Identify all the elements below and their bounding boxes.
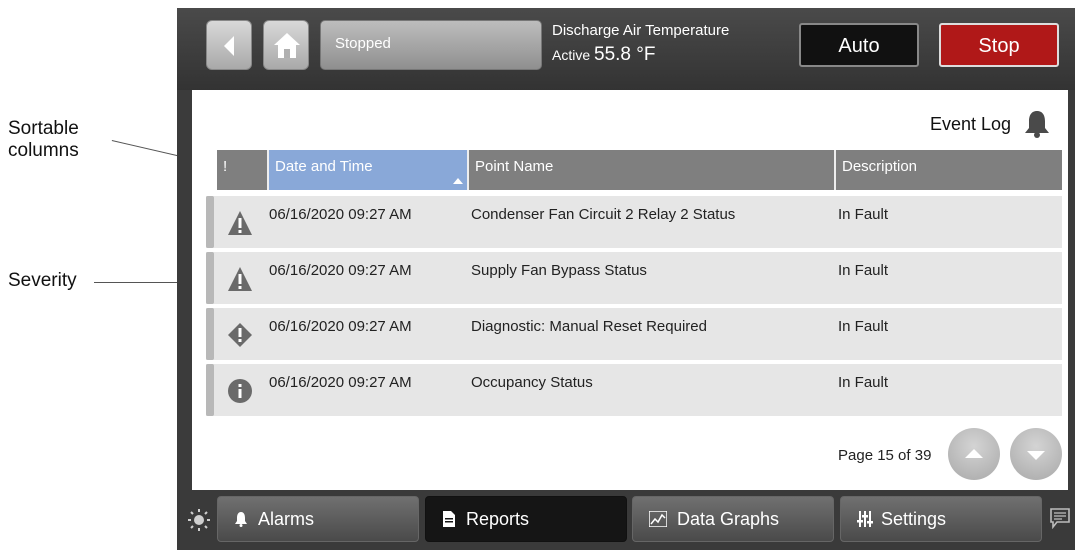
page-title: Event Log bbox=[929, 114, 1011, 134]
event-log-panel: Event Log ! Date and Time Point Name Des… bbox=[192, 90, 1068, 490]
sortable-columns-callout: Sortable columns bbox=[8, 118, 79, 161]
tab-label: Settings bbox=[881, 509, 947, 529]
event-datetime: 06/16/2020 09:27 AM bbox=[269, 374, 412, 391]
column-description[interactable]: Description bbox=[836, 150, 1062, 190]
back-button[interactable] bbox=[206, 20, 252, 70]
home-icon bbox=[274, 33, 300, 58]
tab-label: Reports bbox=[466, 509, 530, 529]
page-indicator: Page 15 of 39 bbox=[838, 447, 932, 464]
tab-label: Alarms bbox=[258, 509, 315, 529]
home-button[interactable] bbox=[263, 20, 309, 70]
warning-triangle-icon bbox=[228, 211, 252, 235]
column-date-time-label: Date and Time bbox=[275, 158, 373, 175]
row-handle bbox=[206, 308, 214, 360]
page-up-button[interactable] bbox=[948, 428, 1000, 480]
event-point-name: Supply Fan Bypass Status bbox=[471, 262, 647, 279]
row-handle bbox=[206, 196, 214, 248]
sliders-icon bbox=[857, 511, 873, 527]
point-value: Active 55.8 °F bbox=[552, 44, 655, 66]
point-label: Discharge Air Temperature bbox=[552, 22, 730, 39]
auto-button[interactable]: Auto bbox=[799, 23, 919, 67]
document-icon bbox=[443, 511, 455, 527]
event-datetime: 06/16/2020 09:27 AM bbox=[269, 318, 412, 335]
event-point-name: Occupancy Status bbox=[471, 374, 593, 391]
page-down-button[interactable] bbox=[1010, 428, 1062, 480]
event-description: In Fault bbox=[838, 206, 889, 223]
diamond-alert-icon bbox=[228, 323, 252, 347]
table-header: ! Date and Time Point Name Description bbox=[217, 150, 1062, 190]
hmi-device: Stopped Discharge Air Temperature Active… bbox=[177, 8, 1075, 550]
event-description: In Fault bbox=[838, 374, 889, 391]
back-arrow-icon bbox=[224, 36, 234, 56]
chevron-down-icon bbox=[1027, 451, 1045, 460]
bell-icon bbox=[235, 512, 247, 527]
severity-callout: Severity bbox=[8, 270, 77, 291]
column-point-name[interactable]: Point Name bbox=[469, 150, 834, 190]
tab-settings[interactable]: Settings bbox=[840, 496, 1042, 542]
column-severity[interactable]: ! bbox=[217, 150, 267, 190]
event-point-name: Diagnostic: Manual Reset Required bbox=[471, 318, 707, 335]
brightness-icon[interactable] bbox=[187, 508, 211, 532]
column-date-time[interactable]: Date and Time bbox=[269, 150, 467, 190]
event-description: In Fault bbox=[838, 262, 889, 279]
row-handle bbox=[206, 252, 214, 304]
table-row[interactable]: 06/16/2020 09:27 AM Diagnostic: Manual R… bbox=[206, 308, 1062, 360]
stop-button[interactable]: Stop bbox=[939, 23, 1059, 67]
point-state: Active bbox=[552, 47, 591, 63]
graph-icon bbox=[649, 511, 667, 527]
info-circle-icon bbox=[228, 379, 252, 403]
sort-ascending-icon bbox=[453, 178, 463, 184]
chevron-up-icon bbox=[965, 449, 983, 458]
tab-alarms[interactable]: Alarms bbox=[217, 496, 419, 542]
top-bar: Stopped Discharge Air Temperature Active… bbox=[177, 8, 1075, 90]
point-reading: 55.8 °F bbox=[594, 44, 656, 65]
bell-icon bbox=[1025, 111, 1049, 138]
row-handle bbox=[206, 364, 214, 416]
event-datetime: 06/16/2020 09:27 AM bbox=[269, 206, 412, 223]
unit-status[interactable]: Stopped bbox=[320, 20, 542, 70]
bottom-nav: Alarms Reports Data Graphs Settings bbox=[177, 490, 1075, 550]
event-description: In Fault bbox=[838, 318, 889, 335]
tab-data-graphs[interactable]: Data Graphs bbox=[632, 496, 834, 542]
table-row[interactable]: 06/16/2020 09:27 AM Occupancy Status In … bbox=[206, 364, 1062, 416]
tab-reports[interactable]: Reports bbox=[425, 496, 627, 542]
table-row[interactable]: 06/16/2020 09:27 AM Condenser Fan Circui… bbox=[206, 196, 1062, 248]
tab-label: Data Graphs bbox=[677, 509, 780, 529]
warning-triangle-icon bbox=[228, 267, 252, 291]
event-point-name: Condenser Fan Circuit 2 Relay 2 Status bbox=[471, 206, 736, 223]
table-row[interactable]: 06/16/2020 09:27 AM Supply Fan Bypass St… bbox=[206, 252, 1062, 304]
message-icon[interactable] bbox=[1049, 507, 1071, 529]
event-datetime: 06/16/2020 09:27 AM bbox=[269, 262, 412, 279]
